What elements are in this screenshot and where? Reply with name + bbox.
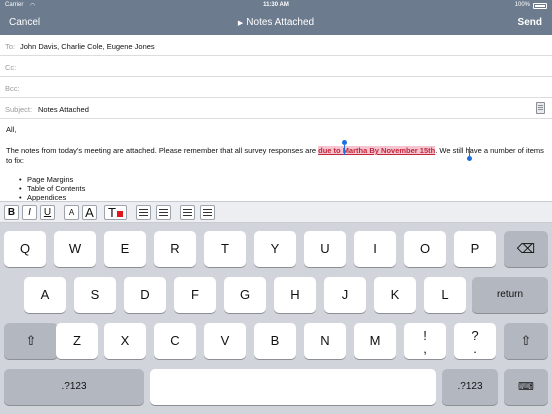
- italic-button[interactable]: I: [22, 205, 37, 220]
- text-color-button[interactable]: T: [104, 205, 127, 220]
- key-u[interactable]: U: [304, 231, 346, 267]
- to-recipients[interactable]: John Davis, Charlie Cole, Eugene Jones: [20, 42, 155, 51]
- key-n[interactable]: N: [304, 323, 346, 359]
- key-a[interactable]: A: [24, 277, 66, 313]
- key-z[interactable]: Z: [56, 323, 98, 359]
- subject-value[interactable]: Notes Attached: [38, 105, 89, 114]
- key-p[interactable]: P: [454, 231, 496, 267]
- underline-button[interactable]: U: [40, 205, 55, 220]
- key-h[interactable]: H: [274, 277, 316, 313]
- shift-key-right[interactable]: ⇧: [504, 323, 548, 359]
- key-w[interactable]: W: [54, 231, 96, 267]
- key-x[interactable]: X: [104, 323, 146, 359]
- subject-label: Subject:: [5, 105, 33, 114]
- key-j[interactable]: J: [324, 277, 366, 313]
- bullet-list-icon: [139, 209, 148, 216]
- return-key[interactable]: return: [472, 277, 548, 313]
- top-bar: Carrier ◠ 11:30 AM 100% Cancel ▶ Notes At…: [0, 0, 552, 35]
- to-label: To:: [5, 42, 16, 51]
- font-larger-button[interactable]: A: [82, 205, 97, 220]
- key-o[interactable]: O: [404, 231, 446, 267]
- list-item: Table of Contents: [19, 184, 85, 193]
- outdent-icon: [183, 209, 192, 216]
- status-bar: Carrier ◠ 11:30 AM 100%: [0, 2, 552, 12]
- key-q[interactable]: Q: [4, 231, 46, 267]
- space-bar[interactable]: [150, 369, 436, 405]
- battery-percent: 100%: [514, 2, 530, 8]
- outdent-button[interactable]: [180, 205, 195, 220]
- to-field[interactable]: To: John Davis, Charlie Cole, Eugene Jon…: [0, 35, 552, 56]
- message-body[interactable]: All, The notes from today’s meeting are …: [6, 125, 546, 166]
- key-l[interactable]: L: [424, 277, 466, 313]
- body-paragraph: The notes from today’s meeting are attac…: [6, 146, 546, 166]
- disclosure-triangle-icon: ▶: [237, 20, 244, 27]
- numbered-list-button[interactable]: [156, 205, 171, 220]
- shift-key-left[interactable]: ⇧: [4, 323, 58, 359]
- key-question-period[interactable]: ?.: [454, 323, 496, 359]
- subject-field[interactable]: Subject: Notes Attached: [0, 98, 552, 119]
- key-c[interactable]: C: [154, 323, 196, 359]
- indent-button[interactable]: [200, 205, 215, 220]
- greeting: All,: [6, 125, 17, 134]
- key-f[interactable]: F: [174, 277, 216, 313]
- numbered-list-icon: [159, 209, 168, 216]
- cc-label: Cc:: [5, 63, 17, 72]
- bcc-field[interactable]: Bcc:: [0, 77, 552, 98]
- key-e[interactable]: E: [104, 231, 146, 267]
- nav-title-text: Notes Attached: [246, 17, 315, 28]
- hide-keyboard-icon: ⌨: [518, 381, 534, 393]
- key-m[interactable]: M: [354, 323, 396, 359]
- text-color-label: T: [108, 205, 116, 220]
- color-swatch: [116, 210, 123, 217]
- shift-icon: ⇧: [25, 333, 37, 348]
- numbers-key-left[interactable]: .?123: [4, 369, 144, 405]
- key-v[interactable]: V: [204, 323, 246, 359]
- clipboard-icon[interactable]: [536, 102, 545, 114]
- key-i[interactable]: I: [354, 231, 396, 267]
- font-smaller-button[interactable]: A: [64, 205, 79, 220]
- key-y[interactable]: Y: [254, 231, 296, 267]
- battery-icon: [533, 3, 547, 9]
- key-s[interactable]: S: [74, 277, 116, 313]
- backspace-icon: ⌫: [516, 241, 536, 256]
- key-t[interactable]: T: [204, 231, 246, 267]
- key-period: .: [473, 341, 477, 356]
- hide-keyboard-key[interactable]: ⌨: [504, 369, 548, 405]
- bullet-list-button[interactable]: [136, 205, 151, 220]
- shift-icon: ⇧: [520, 333, 532, 348]
- key-d[interactable]: D: [124, 277, 166, 313]
- status-time: 11:30 AM: [263, 2, 289, 8]
- key-b[interactable]: B: [254, 323, 296, 359]
- indent-icon: [203, 209, 212, 216]
- numbers-key-right[interactable]: .?123: [442, 369, 498, 405]
- key-exclaim-comma[interactable]: !,: [404, 323, 446, 359]
- key-comma: ,: [423, 341, 427, 356]
- selection-start-line: [344, 145, 345, 155]
- list-item: Page Margins: [19, 175, 85, 184]
- keyboard: Q W E R T Y U I O P ⌫ A S D F G H J K L …: [0, 223, 552, 414]
- nav-bar: Cancel ▶ Notes Attached Send: [0, 12, 552, 34]
- bold-button[interactable]: B: [4, 205, 19, 220]
- format-toolbar: B I U A A T: [0, 201, 552, 223]
- cc-field[interactable]: Cc:: [0, 56, 552, 77]
- nav-title[interactable]: ▶ Notes Attached: [0, 17, 552, 28]
- send-button[interactable]: Send: [518, 17, 542, 28]
- bcc-label: Bcc:: [5, 84, 20, 93]
- paragraph-text-before: The notes from today’s meeting are attac…: [6, 146, 319, 155]
- bullet-list: Page Margins Table of Contents Appendice…: [19, 175, 85, 202]
- key-k[interactable]: K: [374, 277, 416, 313]
- key-r[interactable]: R: [154, 231, 196, 267]
- backspace-key[interactable]: ⌫: [504, 231, 548, 267]
- key-g[interactable]: G: [224, 277, 266, 313]
- selected-text[interactable]: due to Martha By November 15th: [318, 146, 436, 155]
- selection-end-handle[interactable]: [467, 156, 472, 161]
